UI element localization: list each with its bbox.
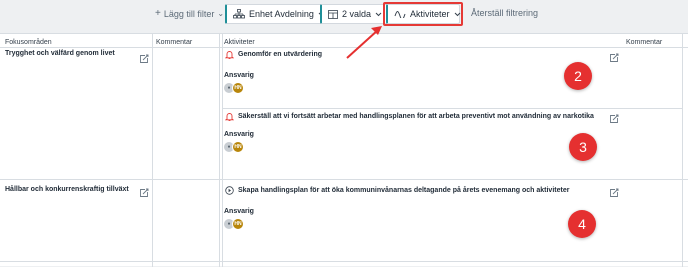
table-filter-label: 2 valda [342,9,372,19]
plus-icon: + [155,8,161,19]
highlight-box [383,2,463,26]
org-chart-icon [233,9,245,19]
filter-toolbar: + Lägg till filter ⌄ Enhet Avdelning 2 v… [0,0,688,28]
column-header-comment-right: Kommentar [626,39,663,46]
unit-filter-label: Enhet Avdelning [249,9,314,19]
chevron-down-icon [375,12,382,16]
edit-icon[interactable] [609,114,619,124]
bell-icon [225,51,234,59]
avatar-group[interactable]: ● HN [223,141,245,153]
responsible-label: Ansvarig [224,208,254,215]
bell-icon [225,113,234,121]
annotation-badge: 4 [568,210,596,238]
avatar: HN [232,82,244,94]
reset-filter-button[interactable]: Återställ filtrering [471,8,538,18]
table-filter-dropdown[interactable]: 2 valda [320,4,390,24]
activity-title[interactable]: Skapa handlingsplan för att öka kommunin… [238,187,569,194]
focus-area-label: Trygghet och välfärd genom livet [5,50,115,57]
annotation-badge: 2 [564,62,592,90]
row-divider [0,179,688,180]
column-divider [152,34,153,267]
row-divider [0,261,688,262]
add-filter-label: Lägg till filter [163,8,215,19]
focus-area-label: Hållbar och konkurrenskraftig tillväxt [5,186,129,193]
play-circle-icon [225,186,234,195]
column-header-activities: Aktiviteter [224,39,255,46]
table-icon [328,9,338,19]
annotation-badge: 3 [569,133,597,161]
column-divider [219,34,220,267]
row-divider [222,108,682,109]
edit-icon[interactable] [139,188,149,198]
edit-icon[interactable] [609,188,619,198]
avatar: HN [232,218,244,230]
column-header-focus: Fokusområden [5,39,52,46]
column-header-comment-left: Kommentar [156,39,193,46]
header-divider [0,47,688,48]
activities-table: Fokusområden Kommentar Aktiviteter Komme… [0,33,688,267]
avatar: HN [232,141,244,153]
unit-filter-dropdown[interactable]: Enhet Avdelning [225,4,332,24]
edit-icon[interactable] [609,53,619,63]
chevron-down-icon: ⌄ [217,9,225,18]
avatar-group[interactable]: ● HN [223,218,245,230]
edit-icon[interactable] [139,54,149,64]
add-filter-button[interactable]: + Lägg till filter ⌄ [155,8,224,19]
avatar-group[interactable]: ● HN [223,82,245,94]
activity-title[interactable]: Säkerställ att vi fortsätt arbetar med h… [238,113,594,120]
column-divider [682,34,683,267]
activity-title[interactable]: Genomför en utvärdering [238,51,322,58]
responsible-label: Ansvarig [224,72,254,79]
responsible-label: Ansvarig [224,131,254,138]
